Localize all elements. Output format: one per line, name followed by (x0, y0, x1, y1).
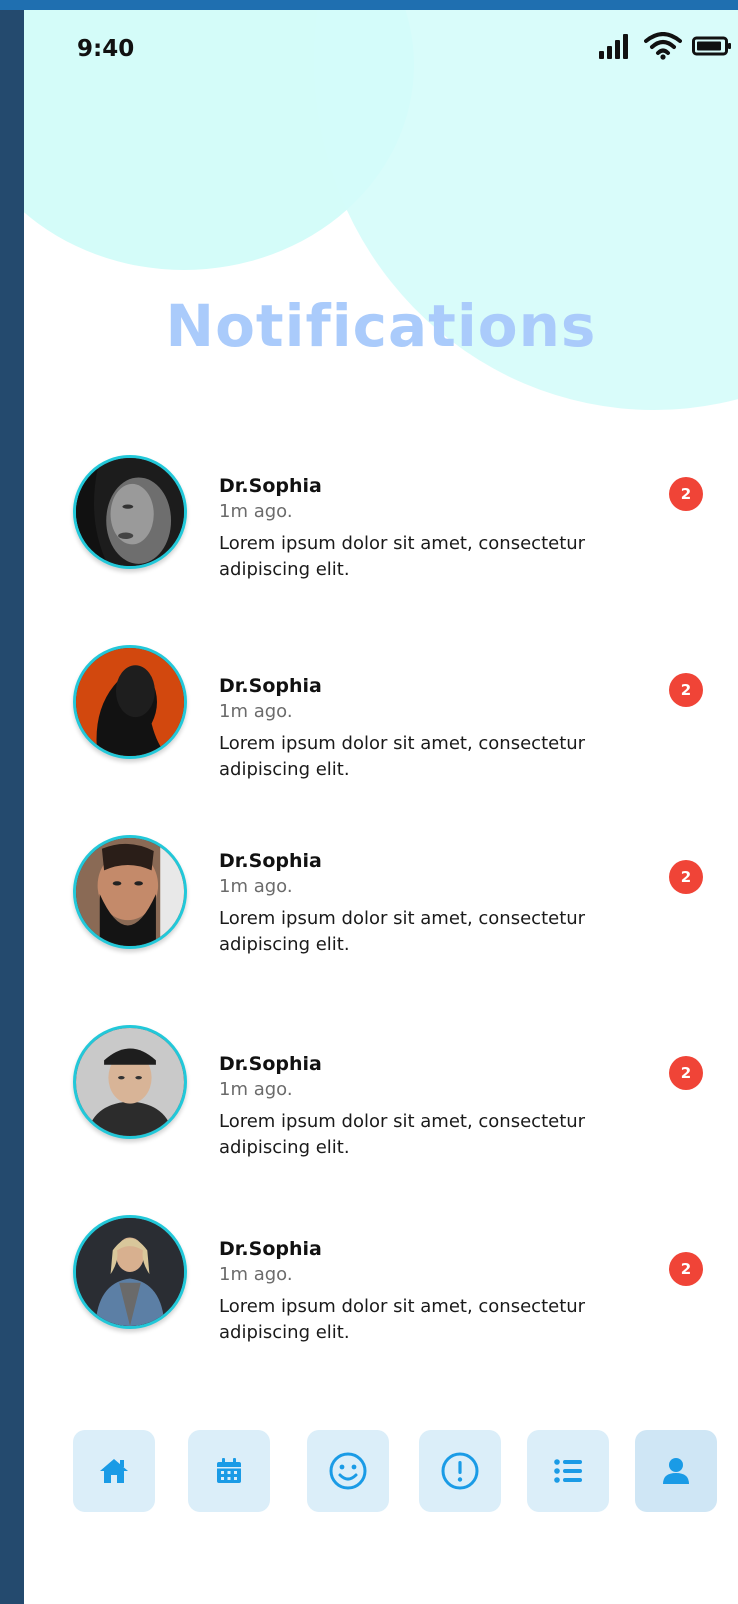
unread-badge: 2 (669, 1252, 703, 1286)
user-icon (661, 1456, 691, 1486)
signal-icon (598, 33, 634, 63)
nav-calendar-button[interactable] (188, 1430, 270, 1512)
battery-icon (692, 35, 732, 61)
notification-item[interactable]: Dr.Sophia 1m ago. Lorem ipsum dolor sit … (24, 1025, 738, 1175)
unread-badge: 2 (669, 1056, 703, 1090)
page-title: Notifications (165, 292, 597, 360)
nav-alerts-button[interactable] (419, 1430, 501, 1512)
notification-time: 1m ago. (219, 1079, 293, 1100)
notification-time: 1m ago. (219, 501, 293, 522)
smile-icon (328, 1451, 368, 1491)
notification-message: Lorem ipsum dolor sit amet, consectetur … (219, 1296, 586, 1343)
phone-screen: 9:40 Notifications Dr.Sophia 1m ago. Lor… (24, 10, 738, 1604)
notification-message: Lorem ipsum dolor sit amet, consectetur … (219, 908, 586, 955)
status-time: 9:40 (77, 36, 135, 62)
wifi-icon (644, 32, 682, 64)
notification-item[interactable]: Dr.Sophia 1m ago. Lorem ipsum dolor sit … (24, 645, 738, 795)
notification-time: 1m ago. (219, 701, 293, 722)
unread-badge: 2 (669, 477, 703, 511)
notification-item[interactable]: Dr.Sophia 1m ago. Lorem ipsum dolor sit … (24, 1215, 738, 1365)
notification-sender: Dr.Sophia (219, 1053, 322, 1075)
notification-message: Lorem ipsum dolor sit amet, consectetur … (219, 733, 586, 780)
alert-icon (440, 1451, 480, 1491)
notification-sender: Dr.Sophia (219, 1238, 322, 1260)
notification-sender: Dr.Sophia (219, 850, 322, 872)
top-edge (0, 0, 738, 10)
notification-item[interactable]: Dr.Sophia 1m ago. Lorem ipsum dolor sit … (24, 835, 738, 985)
notification-time: 1m ago. (219, 1264, 293, 1285)
notification-item[interactable]: Dr.Sophia 1m ago. Lorem ipsum dolor sit … (24, 455, 738, 605)
avatar (73, 835, 187, 949)
notification-message: Lorem ipsum dolor sit amet, consectetur … (219, 533, 586, 580)
avatar (73, 1215, 187, 1329)
nav-profile-button[interactable] (635, 1430, 717, 1512)
unread-badge: 2 (669, 860, 703, 894)
nav-mood-button[interactable] (307, 1430, 389, 1512)
notification-sender: Dr.Sophia (219, 675, 322, 697)
list-icon (553, 1457, 583, 1485)
avatar (73, 645, 187, 759)
calendar-icon (215, 1457, 243, 1485)
home-icon (99, 1457, 129, 1485)
avatar (73, 1025, 187, 1139)
nav-list-button[interactable] (527, 1430, 609, 1512)
bottom-navigation (24, 1430, 738, 1516)
unread-badge: 2 (669, 673, 703, 707)
avatar (73, 455, 187, 569)
nav-home-button[interactable] (73, 1430, 155, 1512)
notification-time: 1m ago. (219, 876, 293, 897)
notification-message: Lorem ipsum dolor sit amet, consectetur … (219, 1111, 586, 1158)
status-icons (598, 32, 732, 64)
notification-sender: Dr.Sophia (219, 475, 322, 497)
